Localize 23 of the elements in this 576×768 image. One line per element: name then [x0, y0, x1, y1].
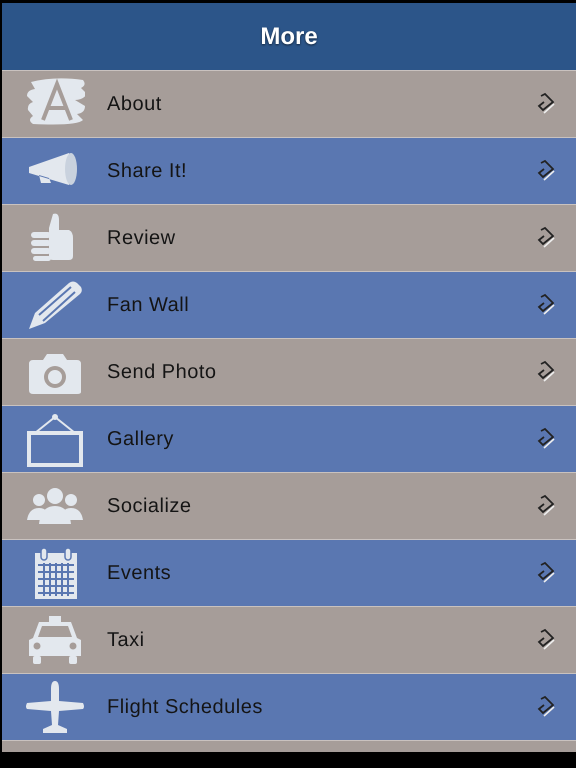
menu-item[interactable]: Flight Schedules	[2, 673, 576, 740]
chevron-icon	[535, 226, 557, 250]
menu-item[interactable]: Taxi	[2, 606, 576, 673]
chevron-icon	[535, 293, 557, 317]
menu-item[interactable]: Share It!	[2, 137, 576, 204]
chevron-icon	[535, 561, 557, 585]
chevron-icon	[535, 427, 557, 451]
chevron-icon	[535, 695, 557, 719]
menu-item[interactable]: Events	[2, 539, 576, 606]
chevron-icon	[535, 628, 557, 652]
frame-icon	[24, 411, 84, 467]
chevron-icon	[535, 494, 557, 518]
menu-item[interactable]: Gallery	[2, 405, 576, 472]
chevron-icon	[535, 92, 557, 116]
menu-item[interactable]: Review	[2, 204, 576, 271]
chevron-icon	[535, 360, 557, 384]
plane-icon	[24, 679, 84, 735]
menu-item[interactable]: Send Photo	[2, 338, 576, 405]
header-title: More	[260, 22, 318, 52]
menu-item[interactable]: About	[2, 70, 576, 137]
menu-item[interactable]: Fan Wall	[2, 271, 576, 338]
chevron-icon	[535, 159, 557, 183]
menu-item[interactable]: Socialize	[2, 472, 576, 539]
